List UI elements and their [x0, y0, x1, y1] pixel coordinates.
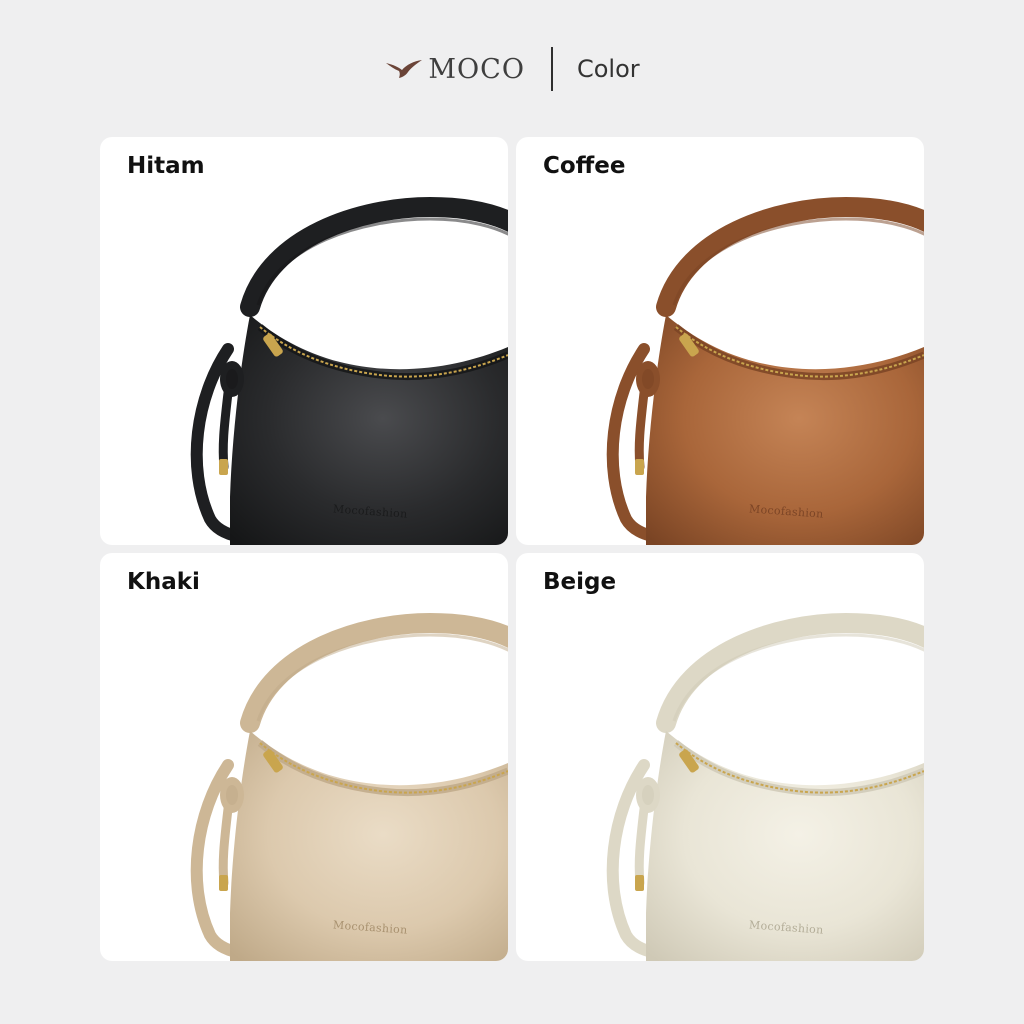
color-name: Beige: [543, 569, 617, 595]
color-name: Coffee: [543, 153, 626, 179]
section-label: Color: [576, 55, 640, 83]
header-divider: [550, 47, 553, 91]
handbag-image: Mocofashion: [190, 196, 508, 545]
brand-name: MOCO: [428, 53, 525, 85]
product-color-page: MOCO Color Mocofashion Hitam Mocofashion…: [0, 0, 1024, 1024]
bird-logo-icon: [386, 60, 423, 78]
color-card-khaki[interactable]: Mocofashion Khaki: [100, 553, 508, 961]
strap-tip: [635, 459, 644, 475]
handbag-image: Mocofashion: [606, 196, 924, 545]
color-name: Hitam: [127, 153, 205, 179]
strap-tip: [219, 459, 228, 475]
color-card-coffee[interactable]: Mocofashion Coffee: [516, 137, 924, 545]
handbag-image: Mocofashion: [606, 612, 924, 961]
brand-logo: MOCO: [384, 54, 525, 85]
color-name: Khaki: [127, 569, 200, 595]
color-card-hitam[interactable]: Mocofashion Hitam: [100, 137, 508, 545]
strap-tip: [635, 875, 644, 891]
color-card-beige[interactable]: Mocofashion Beige: [516, 553, 924, 961]
header: MOCO Color: [0, 44, 1024, 94]
handbag-image: Mocofashion: [190, 612, 508, 961]
strap-tip: [219, 875, 228, 891]
